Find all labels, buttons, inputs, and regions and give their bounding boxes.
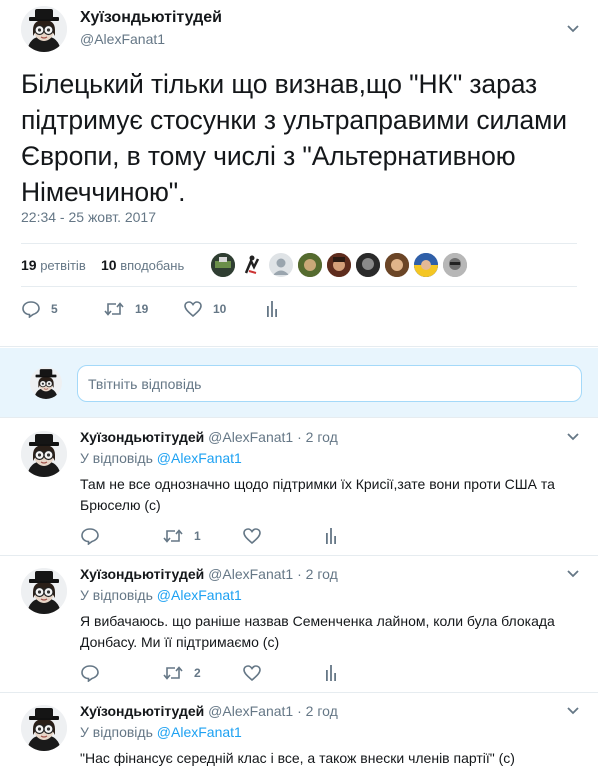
reply-header: Хуїзондьютітудей @AlexFanat1 · 2 год — [80, 429, 338, 445]
like-icon — [242, 527, 262, 545]
reply-actions: 2 — [80, 664, 580, 682]
tweet-actions: 5 19 10 — [21, 297, 577, 321]
in-reply-to-link[interactable]: @AlexFanat1 — [157, 724, 242, 740]
reply-button[interactable] — [80, 527, 100, 545]
like-icon — [183, 300, 203, 318]
reply-header: Хуїзондьютітудей @AlexFanat1 · 2 год — [80, 566, 338, 582]
reply-tweet[interactable]: Хуїзондьютітудей @AlexFanat1 · 2 год У в… — [0, 693, 598, 776]
avatar[interactable] — [21, 568, 67, 614]
reply-button[interactable] — [80, 664, 100, 682]
reply-count: 5 — [51, 302, 58, 316]
like-button[interactable]: 10 — [183, 297, 226, 321]
in-reply-to: У відповідь @AlexFanat1 — [80, 587, 242, 603]
tweet-stats: 19 ретвітів 10 вподобань — [21, 243, 577, 287]
reply-input[interactable] — [77, 365, 582, 402]
in-reply-prefix: У відповідь — [80, 587, 153, 603]
in-reply-prefix: У відповідь — [80, 450, 153, 466]
caret-down-icon[interactable] — [566, 569, 580, 579]
reply-time[interactable]: 2 год — [306, 566, 338, 582]
liker-avatar[interactable] — [414, 253, 438, 277]
avatar[interactable] — [21, 705, 67, 751]
analytics-button[interactable] — [324, 664, 338, 682]
reply-icon — [80, 527, 100, 545]
reply-button[interactable]: 5 — [21, 297, 58, 321]
analytics-icon — [265, 300, 279, 318]
main-tweet: Хуїзондьютітудей @AlexFanat1 Білецький т… — [0, 0, 598, 347]
like-count: 10 — [213, 302, 227, 316]
reply-icon — [80, 664, 100, 682]
tweet-timestamp[interactable]: 22:34 - 25 жовт. 2017 — [21, 209, 156, 225]
in-reply-to-link[interactable]: @AlexFanat1 — [157, 450, 242, 466]
retweet-count: 19 — [135, 302, 149, 316]
separator-dot: · — [297, 703, 302, 719]
liker-avatar[interactable] — [443, 253, 467, 277]
caret-down-icon[interactable] — [566, 706, 580, 716]
likes-stat[interactable]: 10 вподобань — [101, 257, 184, 273]
reply-time[interactable]: 2 год — [306, 429, 338, 445]
in-reply-to: У відповідь @AlexFanat1 — [80, 724, 242, 740]
analytics-button[interactable] — [265, 297, 279, 321]
reply-text: Я вибачаюсь. що раніше назвав Семенченка… — [80, 613, 555, 650]
retweets-label: ретвітів — [40, 258, 86, 273]
caret-down-icon[interactable] — [566, 24, 580, 34]
retweet-icon — [162, 664, 184, 682]
reply-text: Там не все однозначно щодо підтримки їх … — [80, 476, 555, 513]
retweet-button[interactable]: 2 — [162, 664, 201, 682]
like-button[interactable] — [242, 527, 262, 545]
retweet-button[interactable]: 1 — [162, 527, 201, 545]
likes-count: 10 — [101, 257, 117, 273]
separator-dot: · — [297, 566, 302, 582]
in-reply-to: У відповідь @AlexFanat1 — [80, 450, 242, 466]
separator-dot: · — [297, 429, 302, 445]
reply-author-handle[interactable]: @AlexFanat1 — [208, 703, 293, 719]
reply-tweet[interactable]: Хуїзондьютітудей @AlexFanat1 · 2 год У в… — [0, 556, 598, 693]
avatar[interactable] — [21, 6, 67, 52]
like-button[interactable] — [242, 664, 262, 682]
analytics-icon — [324, 527, 338, 545]
retweet-count: 1 — [194, 529, 201, 543]
retweet-button[interactable]: 19 — [103, 297, 148, 321]
author-handle[interactable]: @AlexFanat1 — [80, 31, 165, 47]
reply-author-name[interactable]: Хуїзондьютітудей — [80, 566, 204, 582]
reply-tweet[interactable]: Хуїзондьютітудей @AlexFanat1 · 2 год У в… — [0, 419, 598, 556]
in-reply-prefix: У відповідь — [80, 724, 153, 740]
retweets-stat[interactable]: 19 ретвітів — [21, 257, 86, 273]
retweet-icon — [162, 527, 184, 545]
reply-header: Хуїзондьютітудей @AlexFanat1 · 2 год — [80, 703, 338, 719]
liker-avatar[interactable] — [211, 253, 235, 277]
avatar[interactable] — [21, 431, 67, 477]
reply-actions: 1 — [80, 527, 580, 545]
liker-avatar[interactable] — [269, 253, 293, 277]
retweet-count: 2 — [194, 666, 201, 680]
likes-label: вподобань — [120, 258, 185, 273]
tweet-text: Білецький тільки що визнав,що "НК" зараз… — [21, 69, 568, 207]
liker-avatar[interactable] — [385, 253, 409, 277]
reply-icon — [21, 300, 41, 318]
reply-text: "Нас фінансує середній клас і все, а так… — [80, 750, 515, 766]
reply-compose — [0, 348, 598, 418]
in-reply-to-link[interactable]: @AlexFanat1 — [157, 587, 242, 603]
analytics-icon — [324, 664, 338, 682]
liker-avatar[interactable] — [298, 253, 322, 277]
retweets-count: 19 — [21, 257, 37, 273]
reply-time[interactable]: 2 год — [306, 703, 338, 719]
reply-author-handle[interactable]: @AlexFanat1 — [208, 566, 293, 582]
reply-author-name[interactable]: Хуїзондьютітудей — [80, 429, 204, 445]
liker-avatar[interactable] — [240, 253, 264, 277]
retweet-icon — [103, 300, 125, 318]
caret-down-icon[interactable] — [566, 432, 580, 442]
liker-avatar[interactable] — [327, 253, 351, 277]
reply-author-name[interactable]: Хуїзондьютітудей — [80, 703, 204, 719]
like-icon — [242, 664, 262, 682]
avatar — [30, 367, 62, 399]
liker-avatar[interactable] — [356, 253, 380, 277]
analytics-button[interactable] — [324, 527, 338, 545]
reply-author-handle[interactable]: @AlexFanat1 — [208, 429, 293, 445]
author-name[interactable]: Хуїзондьютітудей — [80, 9, 222, 27]
